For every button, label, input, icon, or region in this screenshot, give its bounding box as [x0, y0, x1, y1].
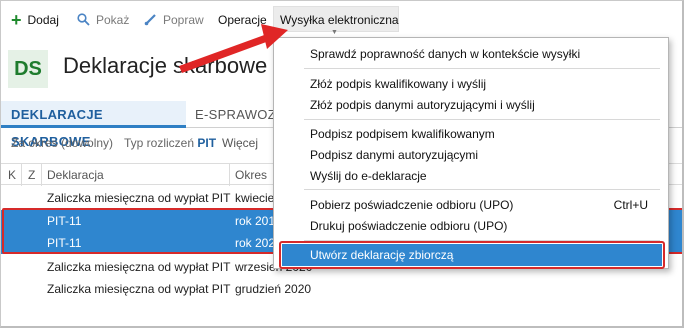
annotation-arrow-icon [179, 24, 288, 73]
app-window: + Dodaj Pokaż Popraw Operacje Wysyłka el… [0, 0, 684, 328]
